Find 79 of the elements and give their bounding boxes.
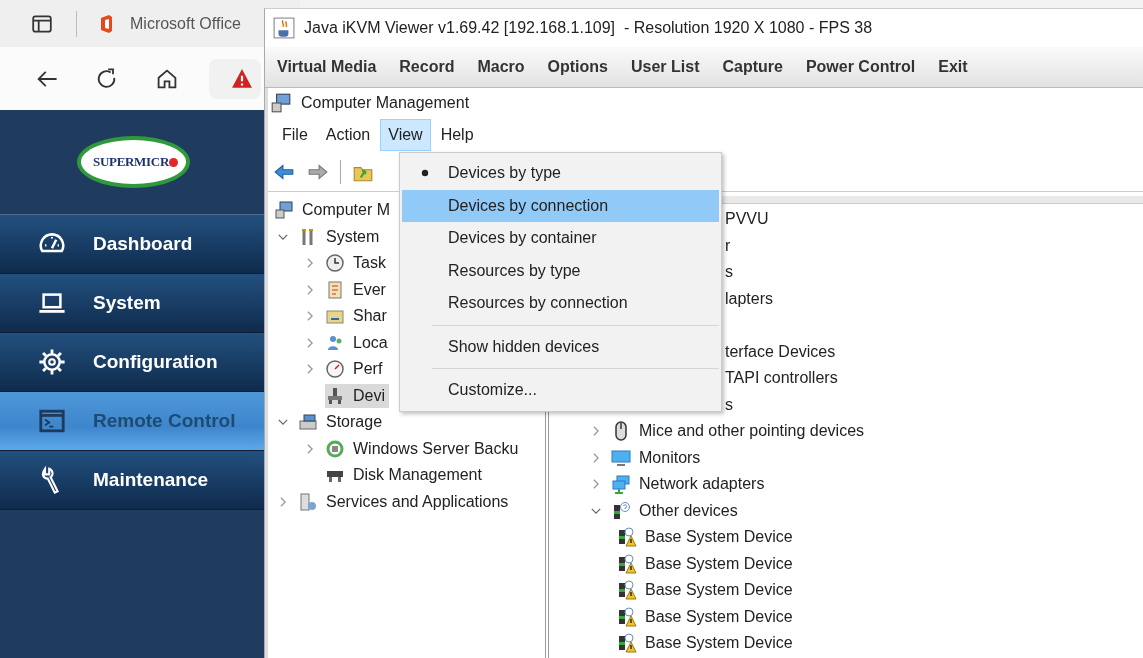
gear-icon [38,348,66,376]
tree-item[interactable]: Devi [325,383,389,408]
services-icon [298,491,318,512]
menu-item[interactable]: Resources by connection [402,287,719,320]
computer-icon [274,200,294,221]
terminal-icon [38,407,66,435]
logo-text: SUPERMICR [93,154,169,170]
warning-device-icon [617,553,637,574]
address-bar[interactable] [209,58,261,99]
tree-item[interactable]: System [298,224,384,249]
tree-item[interactable]: Task [325,251,390,276]
monitor-icon [611,447,631,468]
menu-item[interactable]: Devices by container [402,222,719,255]
tree-item[interactable]: Mice and other pointing devices [611,419,869,444]
menu-item[interactable]: Resources by type [402,254,719,287]
window-icon[interactable] [31,12,53,35]
sidebar-item[interactable]: System [0,274,265,333]
tree-item[interactable]: Services and Applications [298,489,513,514]
warning-device-icon [617,633,637,654]
menu-item[interactable]: Power Control [805,58,916,76]
clock-icon [325,253,345,274]
menu-item[interactable]: Show hidden devices [402,330,719,363]
menu-item[interactable]: Devices by type [402,157,719,190]
menu-item[interactable]: Exit [938,58,968,76]
tree-item[interactable]: Disk Management [325,463,486,488]
tree-item[interactable]: Ever [325,277,390,302]
network-icon [611,474,631,495]
tree-item[interactable]: r [725,236,731,255]
java-cup-icon [273,17,295,39]
tree-item[interactable]: Base System Device [617,578,797,603]
tree-item[interactable]: Base System Device [617,631,797,656]
tree-item[interactable]: Storage [298,410,387,435]
tree-item[interactable]: Windows Server Backu [325,436,523,461]
tree-item[interactable]: s [725,395,733,414]
event-log-icon [325,279,345,300]
computer-icon [270,92,292,114]
warning-device-icon [617,606,637,627]
tree-item[interactable]: Monitors [611,445,705,470]
tree-item[interactable]: Base System Device [617,525,797,550]
sidebar-item[interactable]: Configuration [0,333,265,392]
warning-icon [231,67,253,90]
tree-item[interactable]: terface Devices [725,342,836,361]
tree-item[interactable]: Base System Device [617,551,797,576]
window-title: Computer Management [301,94,470,112]
menu-item[interactable]: Devices by connection [402,189,719,222]
menu-item[interactable]: File [274,119,316,151]
menu-item[interactable]: Virtual Media [277,58,377,76]
menu-item[interactable]: View [380,119,431,151]
gauge-dial-icon [325,359,345,380]
warning-device-icon [617,527,637,548]
tree-item[interactable]: Base System Device [617,604,797,629]
tree-item[interactable]: Shar [325,304,391,329]
menu-item[interactable]: Record [399,58,455,76]
tree-item[interactable]: s [725,263,733,282]
dot-icon [169,157,178,167]
tree-item[interactable]: PVVU [725,210,769,229]
tree-item[interactable]: Other devices [611,498,742,523]
menu-item[interactable]: Capture [722,58,783,76]
tree-item[interactable]: Loca [325,330,392,355]
sidebar-item[interactable]: Maintenance [0,451,265,510]
window-title: Java iKVM Viewer v1.69.42 [192.168.1.109] - Resolution 1920 X 1080 - FPS 38 [304,19,873,37]
tree-item[interactable]: Computer M [274,198,395,223]
sidebar-item[interactable]: Dashboard [0,215,265,274]
menu-item[interactable]: Macro [477,58,525,76]
tab-title[interactable]: Microsoft Office [130,14,241,33]
menu-item[interactable]: User List [631,58,700,76]
tree-item[interactable]: TAPI controllers [725,369,838,388]
tree-item[interactable]: lapters [725,289,774,308]
device-manager-icon [325,385,345,406]
tree-item[interactable]: Network adapters [611,472,769,497]
menu-item[interactable]: Help [432,119,482,151]
menu-item[interactable]: Action [317,119,379,151]
storage-icon [298,412,318,433]
tree-item[interactable]: Perf [325,357,387,382]
backup-icon [325,438,345,459]
menu-item[interactable]: Customize... [402,374,719,407]
menu-item[interactable]: Options [547,58,608,76]
unknown-device-icon [611,500,631,521]
warning-device-icon [617,580,637,601]
